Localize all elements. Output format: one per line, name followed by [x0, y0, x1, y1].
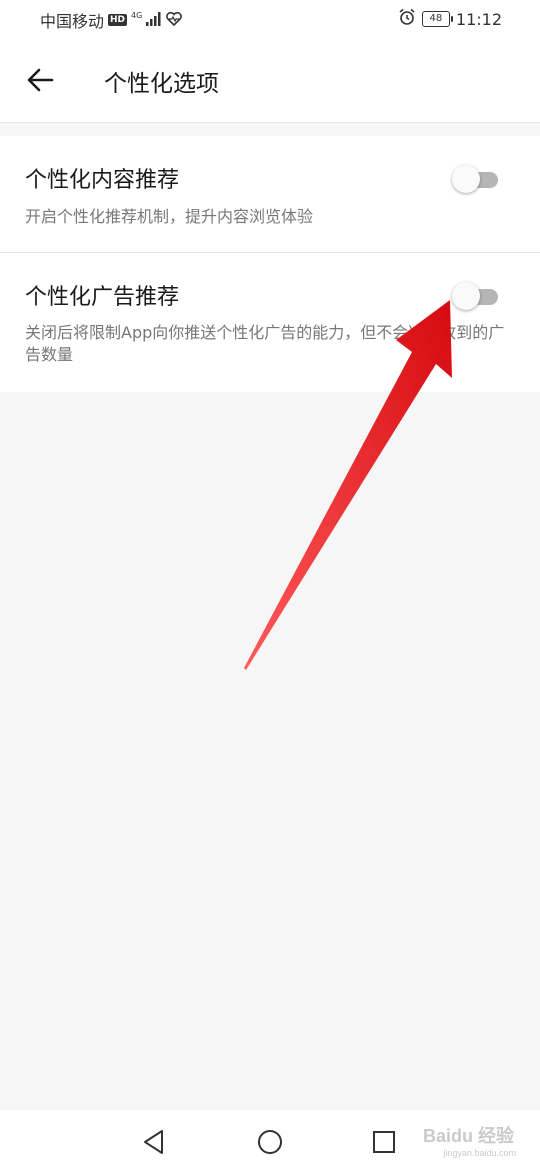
- setting-description: 关闭后将限制App向你推送个性化广告的能力，但不会减少收到的广告数量: [25, 323, 505, 364]
- setting-row-ad-recommendation: 个性化广告推荐 关闭后将限制App向你推送个性化广告的能力，但不会减少收到的广告…: [0, 253, 540, 392]
- heart-rate-icon: [166, 11, 183, 30]
- hd-badge: HD: [108, 14, 128, 26]
- battery-icon: 48: [421, 11, 453, 27]
- setting-title: 个性化广告推荐: [25, 285, 180, 310]
- nav-recent-icon: [373, 1131, 395, 1153]
- toggle-thumb: [452, 165, 480, 193]
- nav-recent-button[interactable]: [368, 1126, 400, 1158]
- page-title: 个性化选项: [104, 71, 219, 97]
- watermark-url: jingyan.baidu.com: [443, 1148, 516, 1158]
- setting-description: 开启个性化推荐机制，提升内容浏览体验: [25, 207, 314, 226]
- ad-recommendation-toggle[interactable]: [452, 281, 500, 311]
- nav-back-button[interactable]: [138, 1126, 170, 1158]
- nav-home-button[interactable]: [254, 1126, 286, 1158]
- setting-title: 个性化内容推荐: [25, 168, 180, 193]
- watermark: Baidu 经验: [422, 1126, 514, 1146]
- settings-card: 个性化内容推荐 开启个性化推荐机制，提升内容浏览体验 个性化广告推荐 关闭后将限…: [0, 136, 540, 392]
- clock: 11:12: [455, 9, 502, 29]
- nav-home-icon: [258, 1130, 282, 1154]
- content-recommendation-toggle[interactable]: [452, 164, 500, 194]
- status-right: 48 11:12: [398, 8, 502, 30]
- app-bar: 个性化选项: [0, 38, 540, 123]
- back-button[interactable]: [22, 60, 62, 100]
- signal-icon: [146, 11, 162, 30]
- status-left: 中国移动 HD 4G: [40, 8, 183, 32]
- network-type: 4G: [131, 10, 143, 20]
- status-bar: 中国移动 HD 4G 48 11:12: [0, 0, 540, 38]
- setting-row-content-recommendation: 个性化内容推荐 开启个性化推荐机制，提升内容浏览体验: [0, 136, 540, 253]
- alarm-icon: [398, 8, 416, 30]
- toggle-thumb: [452, 282, 480, 310]
- carrier-name: 中国移动: [40, 12, 105, 31]
- back-arrow-icon: [27, 68, 54, 92]
- nav-back-icon: [144, 1130, 163, 1154]
